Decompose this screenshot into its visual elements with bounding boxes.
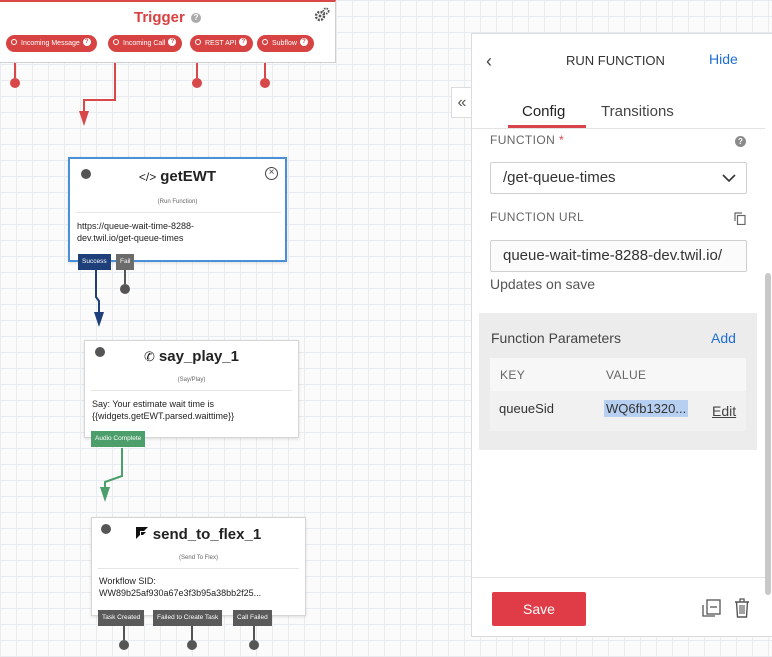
function-select[interactable]: /get-queue-times bbox=[490, 162, 747, 194]
divider bbox=[98, 568, 299, 569]
param-key: queueSid bbox=[499, 401, 554, 416]
back-chevron-icon[interactable]: ‹ bbox=[486, 51, 492, 72]
transition-audio-complete[interactable]: Audio Complete bbox=[91, 431, 146, 447]
output-handle[interactable] bbox=[120, 284, 130, 294]
add-parameter-link[interactable]: Add bbox=[711, 330, 736, 346]
divider bbox=[76, 212, 281, 213]
trigger-pill-rest-api[interactable]: REST API? bbox=[190, 35, 254, 52]
flex-logo-icon bbox=[135, 527, 148, 544]
save-button[interactable]: Save bbox=[492, 592, 586, 626]
transition-success[interactable]: Success bbox=[78, 254, 111, 270]
trash-icon[interactable] bbox=[733, 597, 751, 624]
transition-fail[interactable]: Fail bbox=[116, 254, 135, 270]
transition-task-created[interactable]: Task Created bbox=[98, 610, 145, 626]
copy-icon[interactable] bbox=[734, 212, 746, 230]
output-handle[interactable] bbox=[187, 640, 197, 650]
help-icon: ? bbox=[239, 38, 248, 47]
output-handle[interactable] bbox=[249, 640, 259, 650]
circle-icon bbox=[262, 39, 268, 46]
help-icon: ? bbox=[168, 38, 177, 47]
help-icon: ? bbox=[299, 38, 308, 47]
help-icon: ? bbox=[82, 38, 91, 47]
trigger-output-handle[interactable] bbox=[10, 78, 20, 88]
duplicate-icon[interactable] bbox=[701, 598, 723, 623]
tab-transitions[interactable]: Transitions bbox=[601, 103, 674, 120]
widget-body: Say: Your estimate wait time is {{widget… bbox=[92, 399, 235, 421]
hide-link[interactable]: Hide bbox=[709, 51, 738, 67]
circle-icon bbox=[11, 39, 17, 46]
function-url-label: FUNCTION URL bbox=[490, 210, 585, 224]
trigger-pill-incoming-message[interactable]: Incoming Message? bbox=[6, 35, 97, 52]
transition-failed-to-create-task[interactable]: Failed to Create Task bbox=[153, 610, 223, 626]
edit-parameter-link[interactable]: Edit bbox=[712, 403, 736, 419]
widget-send-to-flex[interactable]: send_to_flex_1 (Send To Flex) Workflow S… bbox=[91, 517, 306, 616]
divider bbox=[91, 390, 292, 391]
circle-icon bbox=[195, 39, 201, 46]
param-value[interactable]: WQ6fb1320... bbox=[604, 400, 689, 417]
tabs-divider bbox=[472, 128, 765, 129]
widget-body: Workflow SID: WW89b25af930a67e3f3b95a38b… bbox=[99, 576, 262, 598]
trigger-output-handle[interactable] bbox=[192, 78, 202, 88]
help-icon[interactable]: ? bbox=[191, 13, 202, 24]
trigger-output-handle[interactable] bbox=[260, 78, 270, 88]
widget-getewt[interactable]: </> getEWT × (Run Function) https://queue… bbox=[68, 157, 287, 262]
function-parameters-title: Function Parameters bbox=[491, 330, 621, 346]
updates-note: Updates on save bbox=[490, 276, 596, 292]
widget-say-play[interactable]: ✆ say_play_1 (Say/Play) Say: Your estimat… bbox=[84, 340, 299, 438]
trigger-widget[interactable]: Trigger ? bbox=[0, 0, 336, 63]
trigger-title: Trigger ? bbox=[0, 9, 335, 26]
widget-title: say_play_1 bbox=[158, 348, 239, 365]
trigger-pill-incoming-call[interactable]: Incoming Call? bbox=[108, 35, 183, 52]
phone-icon: ✆ bbox=[144, 349, 155, 364]
col-value: VALUE bbox=[606, 368, 647, 382]
widget-body: https://queue-wait-time-8288-dev.twil.io… bbox=[77, 221, 195, 243]
help-icon[interactable]: ? bbox=[735, 136, 746, 147]
footer-divider bbox=[472, 577, 765, 578]
function-url-field[interactable]: queue-wait-time-8288-dev.twil.io/ bbox=[490, 240, 747, 272]
tab-config[interactable]: Config bbox=[522, 103, 565, 120]
widget-title: getEWT bbox=[160, 168, 217, 185]
collapse-panel-icon[interactable]: « bbox=[451, 87, 472, 118]
panel-scrollbar[interactable] bbox=[765, 273, 771, 595]
circle-icon bbox=[113, 39, 119, 46]
widget-type: (Run Function) bbox=[157, 199, 198, 205]
trigger-pill-subflow[interactable]: Subflow? bbox=[257, 35, 314, 52]
gears-icon[interactable] bbox=[314, 7, 330, 26]
code-icon: </> bbox=[138, 170, 157, 184]
function-label: FUNCTION * bbox=[490, 133, 565, 147]
panel-title: RUN FUNCTION bbox=[566, 53, 665, 68]
close-icon[interactable]: × bbox=[265, 167, 278, 180]
widget-type: (Send To Flex) bbox=[179, 555, 218, 561]
widget-type: (Say/Play) bbox=[177, 377, 206, 383]
output-handle[interactable] bbox=[119, 640, 129, 650]
transition-call-failed[interactable]: Call Failed bbox=[233, 610, 272, 626]
widget-title: send_to_flex_1 bbox=[152, 526, 262, 543]
col-key: KEY bbox=[500, 368, 526, 382]
chevron-down-icon bbox=[722, 163, 736, 204]
